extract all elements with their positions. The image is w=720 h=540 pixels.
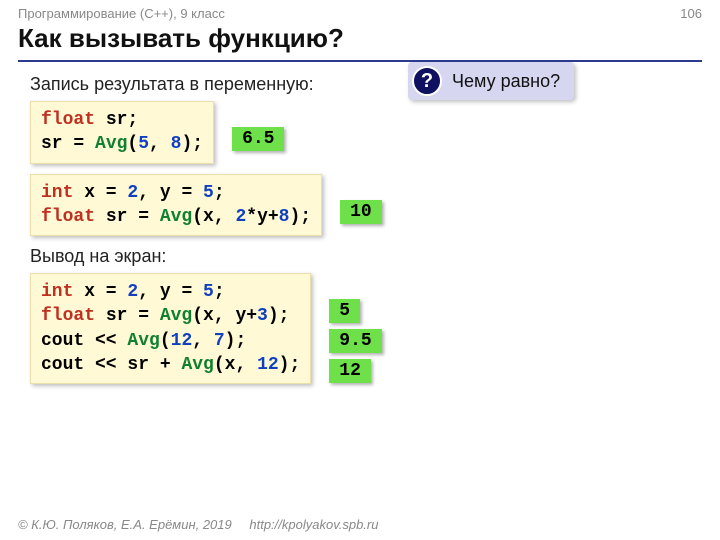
code-block-3: int x = 2, y = 5; float sr = Avg(x, y+3)… — [30, 273, 311, 384]
question-text: Чему равно? — [452, 71, 560, 92]
answer-1: 6.5 — [232, 127, 284, 151]
page-number: 106 — [680, 6, 702, 21]
copyright: © К.Ю. Поляков, Е.А. Ерёмин, 2019 — [18, 517, 232, 532]
answer-3-3: 12 — [329, 359, 371, 383]
code-block-2: int x = 2, y = 5; float sr = Avg(x, 2*y+… — [30, 174, 322, 237]
page-title: Как вызывать функцию? — [0, 23, 720, 56]
course-label: Программирование (C++), 9 класс — [18, 6, 225, 21]
answer-3-2: 9.5 — [329, 329, 381, 353]
answer-3-1: 5 — [329, 299, 360, 323]
question-box: ? Чему равно? — [408, 62, 574, 100]
section-store: Запись результата в переменную: — [30, 74, 702, 95]
footer-url[interactable]: http://kpolyakov.spb.ru — [249, 517, 378, 532]
answer-2: 10 — [340, 200, 382, 224]
question-mark-icon: ? — [412, 66, 442, 96]
code-block-1: float sr; sr = Avg(5, 8); — [30, 101, 214, 164]
footer: © К.Ю. Поляков, Е.А. Ерёмин, 2019 http:/… — [18, 517, 378, 532]
section-output: Вывод на экран: — [30, 246, 702, 267]
